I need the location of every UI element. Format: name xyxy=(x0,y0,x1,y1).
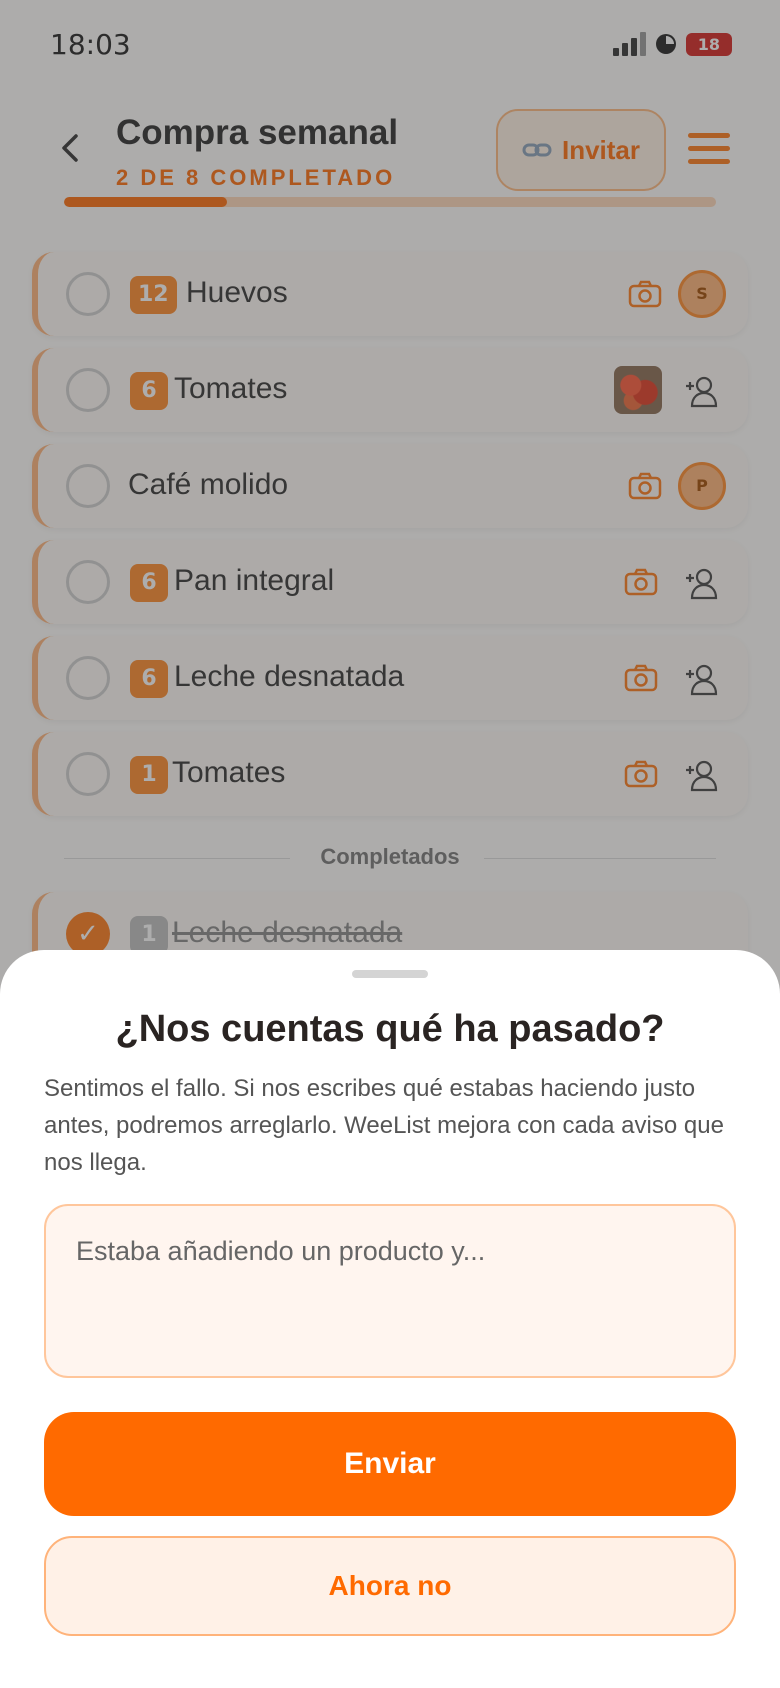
sheet-drag-handle[interactable] xyxy=(352,970,428,978)
feedback-bottom-sheet: ¿Nos cuentas qué ha pasado? Sentimos el … xyxy=(0,950,780,1688)
sheet-description: Sentimos el fallo. Si nos escribes qué e… xyxy=(44,1075,724,1176)
send-button[interactable]: Enviar xyxy=(44,1412,736,1516)
feedback-textarea[interactable]: Estaba añadiendo un producto y... xyxy=(44,1204,736,1378)
not-now-button[interactable]: Ahora no xyxy=(44,1536,736,1636)
app-screen: 18:03 18 Compra semanal 2 DE 8 COMPLETAD… xyxy=(0,0,780,1688)
sheet-title: ¿Nos cuentas qué ha pasado? xyxy=(115,1008,665,1050)
